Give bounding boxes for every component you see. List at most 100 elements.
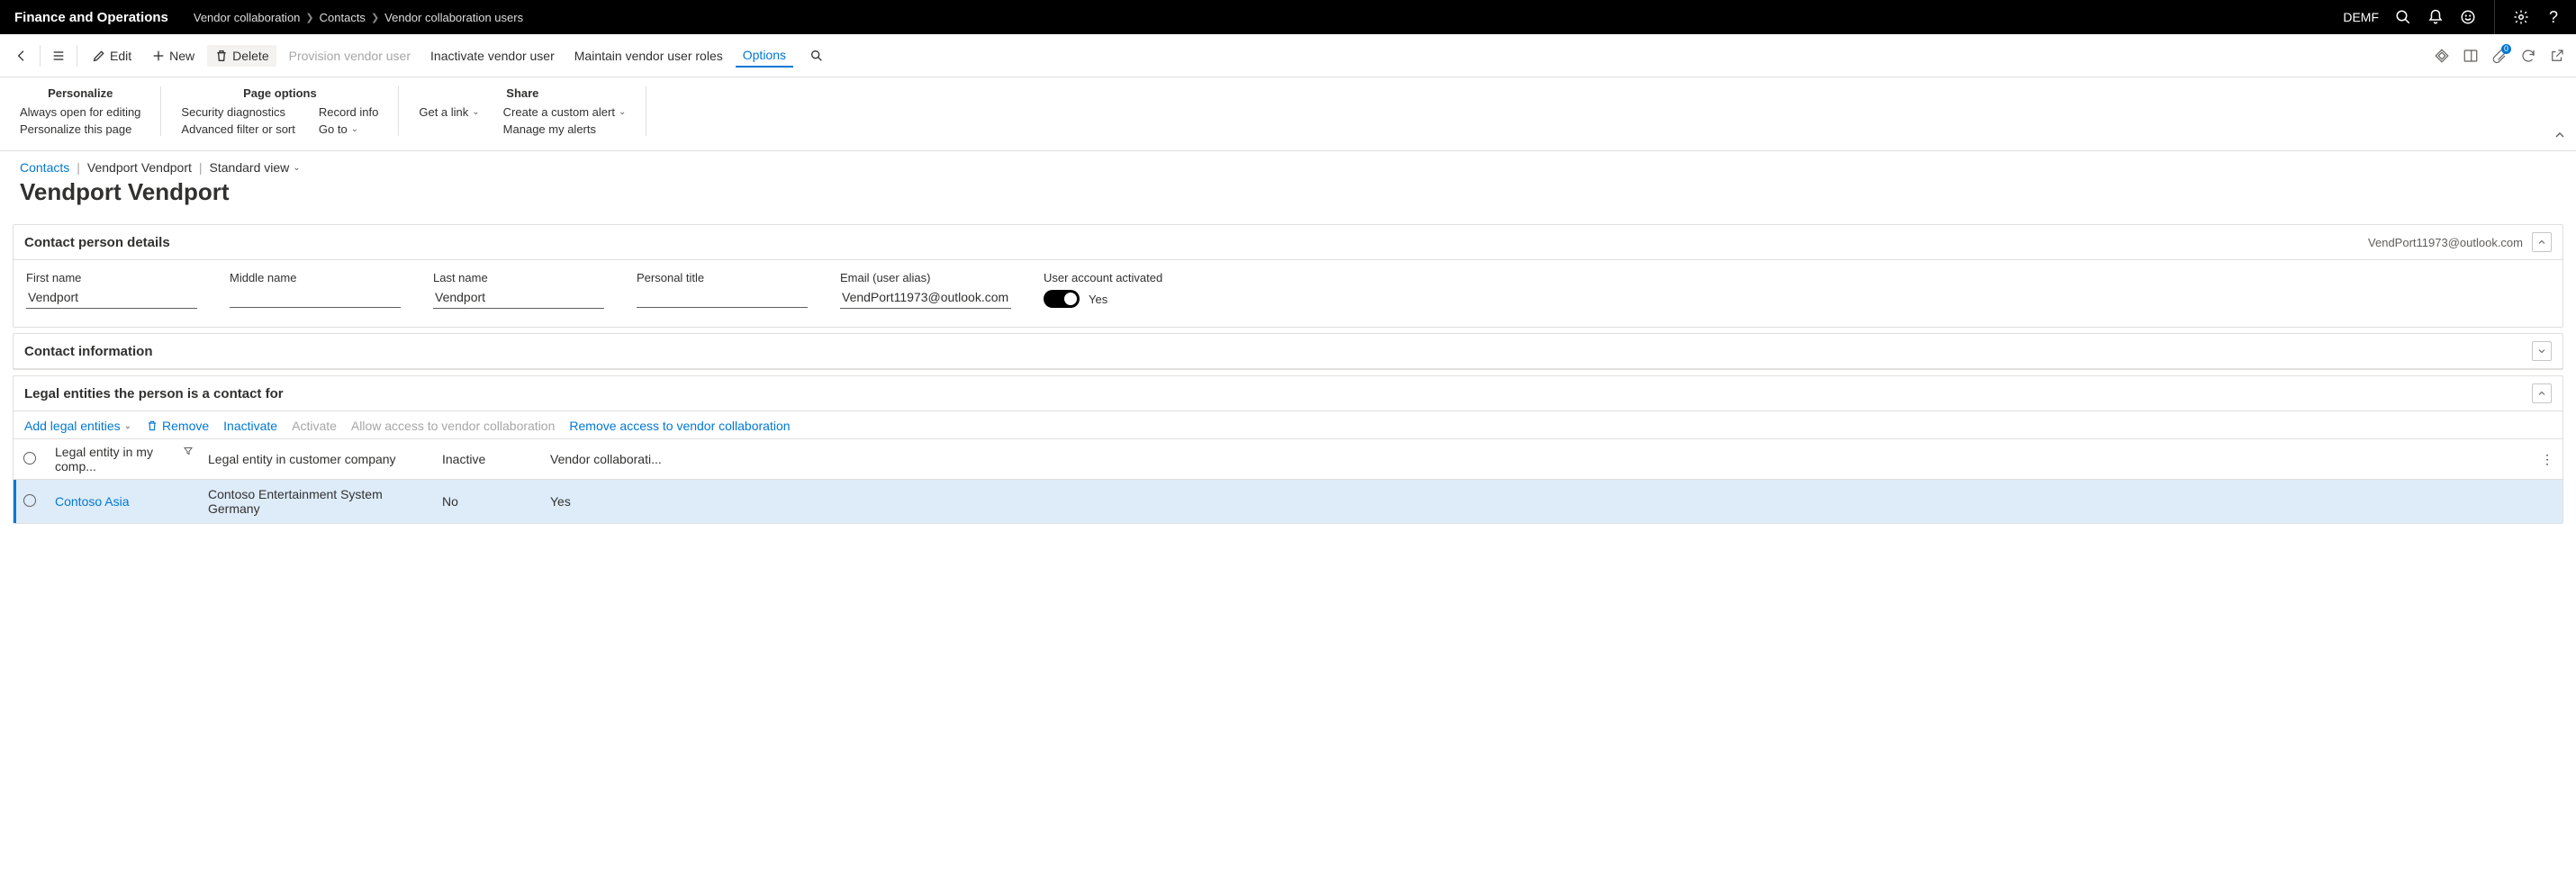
create-custom-alert-link[interactable]: Create a custom alert ⌄ xyxy=(503,105,627,119)
refresh-icon[interactable] xyxy=(2520,48,2536,64)
add-legal-entities-button[interactable]: Add legal entities ⌄ xyxy=(24,419,131,433)
ribbon-group-page-options: Page options Security diagnostics Advanc… xyxy=(161,86,399,136)
security-diagnostics-link[interactable]: Security diagnostics xyxy=(181,105,294,119)
ribbon-title: Share xyxy=(419,86,626,100)
record-info-link[interactable]: Record info xyxy=(319,105,378,119)
top-bar: Finance and Operations Vendor collaborat… xyxy=(0,0,2576,34)
col-legal-entity-customer[interactable]: Legal entity in customer company xyxy=(199,439,433,480)
ribbon-title: Page options xyxy=(181,86,378,100)
always-open-editing-link[interactable]: Always open for editing xyxy=(20,105,140,119)
find-button[interactable] xyxy=(806,45,827,67)
entity-name: Vendport Vendport xyxy=(87,160,192,175)
attachments-icon[interactable]: 0 xyxy=(2491,48,2508,64)
get-link-link[interactable]: Get a link ⌄ xyxy=(419,105,479,119)
options-tab[interactable]: Options xyxy=(736,44,793,68)
bell-icon[interactable] xyxy=(2427,9,2444,25)
view-selector[interactable]: Standard view ⌄ xyxy=(210,160,301,175)
chevron-down-icon: ⌄ xyxy=(351,124,358,134)
field-label: Last name xyxy=(433,271,604,284)
go-to-link[interactable]: Go to ⌄ xyxy=(319,122,378,136)
breadcrumb-item[interactable]: Contacts xyxy=(320,11,366,24)
collapse-panel-button[interactable] xyxy=(2532,383,2552,403)
col-inactive[interactable]: Inactive xyxy=(433,439,541,480)
inactive-cell: No xyxy=(433,480,541,524)
page-title: Vendport Vendport xyxy=(0,175,2576,219)
activated-value: Yes xyxy=(1089,293,1107,306)
app-title: Finance and Operations xyxy=(14,10,168,25)
activated-field: User account activated Yes xyxy=(1044,271,1242,309)
expand-panel-button[interactable] xyxy=(2532,341,2552,361)
summary-email: VendPort11973@outlook.com xyxy=(2368,236,2523,249)
company-code[interactable]: DEMF xyxy=(2343,10,2379,24)
row-radio[interactable] xyxy=(23,494,36,507)
grid-more-button[interactable]: ⋮ xyxy=(2532,439,2562,480)
search-icon[interactable] xyxy=(2395,9,2411,25)
radio-icon[interactable] xyxy=(23,452,36,465)
contact-information-panel: Contact information xyxy=(13,333,2563,370)
edit-button[interactable]: Edit xyxy=(85,45,139,67)
filter-icon[interactable] xyxy=(183,445,194,459)
email-value[interactable]: VendPort11973@outlook.com xyxy=(840,286,1011,309)
col-vendor-collab[interactable]: Vendor collaborati... xyxy=(541,439,2532,480)
table-row[interactable]: Contoso AsiaContoso Entertainment System… xyxy=(14,480,2562,524)
delete-button[interactable]: Delete xyxy=(207,45,276,67)
collab-cell: Yes xyxy=(541,480,2532,524)
legal-entity-customer-cell: Contoso Entertainment System Germany xyxy=(199,480,433,524)
inactivate-button[interactable]: Inactivate vendor user xyxy=(423,45,562,67)
contacts-link[interactable]: Contacts xyxy=(20,160,69,175)
divider xyxy=(2494,0,2495,34)
diamond-icon[interactable] xyxy=(2434,48,2450,64)
remove-access-button[interactable]: Remove access to vendor collaboration xyxy=(569,419,790,433)
legal-entities-panel: Legal entities the person is a contact f… xyxy=(13,375,2563,524)
personal-title-value[interactable] xyxy=(637,286,808,308)
chevron-right-icon: ❯ xyxy=(305,12,313,23)
breadcrumb-item[interactable]: Vendor collaboration xyxy=(194,11,301,24)
select-all-header[interactable] xyxy=(14,439,46,480)
middle-name-field: Middle name xyxy=(230,271,401,309)
first-name-value[interactable]: Vendport xyxy=(26,286,197,309)
list-view-button[interactable] xyxy=(48,45,69,67)
inactivate-button[interactable]: Inactivate xyxy=(223,419,277,433)
popout-icon[interactable] xyxy=(2549,48,2565,64)
ribbon-group-share: Share Get a link ⌄ Create a custom alert… xyxy=(399,86,646,136)
legal-entity-mine-cell[interactable]: Contoso Asia xyxy=(46,480,199,524)
ribbon-title: Personalize xyxy=(20,86,140,100)
new-label: New xyxy=(169,49,194,63)
back-button[interactable] xyxy=(11,45,32,67)
activated-toggle[interactable] xyxy=(1044,290,1080,308)
panel-header[interactable]: Legal entities the person is a contact f… xyxy=(14,376,2562,411)
contact-person-details-panel: Contact person details VendPort11973@out… xyxy=(13,224,2563,328)
sidebar-icon[interactable] xyxy=(2463,48,2479,64)
chevron-down-icon: ⌄ xyxy=(619,107,626,117)
gear-icon[interactable] xyxy=(2513,9,2529,25)
page-breadcrumb: Contacts | Vendport Vendport | Standard … xyxy=(0,151,2576,175)
smiley-icon[interactable] xyxy=(2460,9,2476,25)
middle-name-value[interactable] xyxy=(230,286,401,308)
ribbon-group-personalize: Personalize Always open for editing Pers… xyxy=(20,86,161,136)
last-name-value[interactable]: Vendport xyxy=(433,286,604,309)
edit-label: Edit xyxy=(110,49,131,63)
new-button[interactable]: New xyxy=(144,45,202,67)
panel-body: First name Vendport Middle name Last nam… xyxy=(14,260,2562,327)
personal-title-field: Personal title xyxy=(637,271,808,309)
topbar-right: DEMF ? xyxy=(2343,0,2562,34)
collapse-ribbon-button[interactable] xyxy=(2553,128,2567,145)
personalize-page-link[interactable]: Personalize this page xyxy=(20,122,140,136)
maintain-roles-button[interactable]: Maintain vendor user roles xyxy=(567,45,730,67)
panel-header[interactable]: Contact person details VendPort11973@out… xyxy=(14,225,2562,260)
panel-header[interactable]: Contact information xyxy=(14,334,2562,369)
col-legal-entity-mine[interactable]: Legal entity in my comp... xyxy=(46,439,199,480)
action-bar: Edit New Delete Provision vendor user In… xyxy=(0,34,2576,77)
divider xyxy=(40,45,41,67)
options-ribbon: Personalize Always open for editing Pers… xyxy=(0,77,2576,151)
breadcrumb-item[interactable]: Vendor collaboration users xyxy=(384,11,523,24)
legal-entities-grid: Legal entity in my comp... Legal entity … xyxy=(14,438,2562,523)
remove-button[interactable]: Remove xyxy=(146,419,209,433)
collapse-panel-button[interactable] xyxy=(2532,232,2552,252)
manage-alerts-link[interactable]: Manage my alerts xyxy=(503,122,627,136)
help-icon[interactable]: ? xyxy=(2545,9,2562,25)
advanced-filter-link[interactable]: Advanced filter or sort xyxy=(181,122,294,136)
separator: | xyxy=(199,160,203,175)
field-label: User account activated xyxy=(1044,271,1242,284)
chevron-down-icon: ⌄ xyxy=(472,107,479,117)
